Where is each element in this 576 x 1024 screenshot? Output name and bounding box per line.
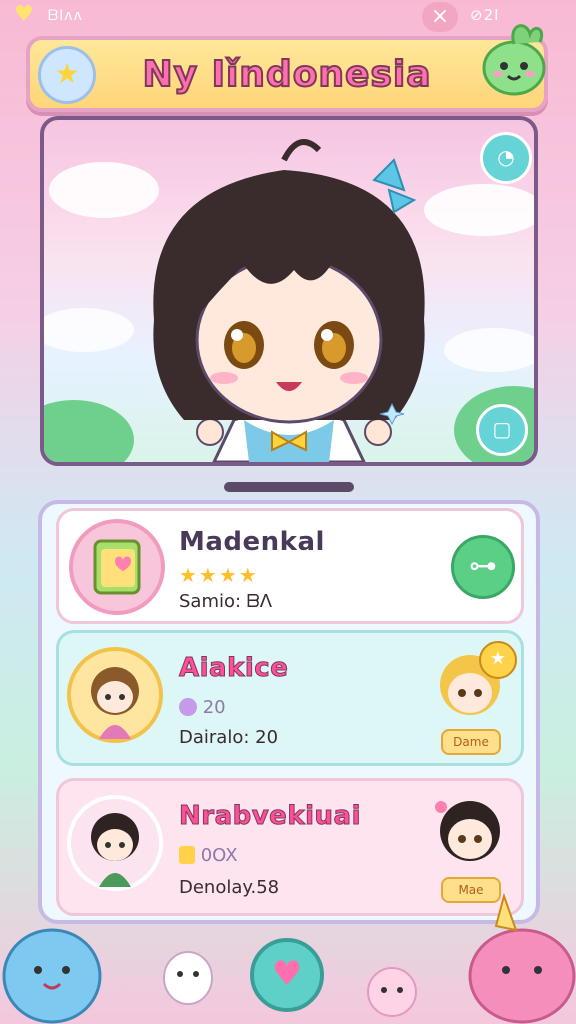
chat-bubble-icon: ◔ [497,145,515,169]
item-name: Nrabvekiuai [179,801,362,832]
speech-bubble-icon: ▢ [492,417,512,441]
rating-stars: ★★★★ [179,563,259,587]
item-sub-text: Denolay.58 [179,877,280,898]
heart-icon: ♥ [271,954,303,994]
bone-button[interactable]: ⊶ [451,535,515,599]
item-name: Madenkal [179,527,325,557]
item-name: Aiakice [178,653,289,684]
bone-icon: ⊶ [469,549,497,582]
star-badge-icon: ★ [479,641,517,679]
item-avatar [69,519,165,615]
green-mascot-icon [482,24,546,96]
list-item[interactable]: Nrabvekiuai 0OX Denolay.58 Mae [56,778,524,916]
drag-handle[interactable] [224,482,354,492]
title-bar: Ny Iǐndonesia [26,36,548,112]
close-icon: × [430,4,450,29]
coin-icon [179,846,195,864]
character-portrait: ◔ ▢ [40,116,538,466]
character-avatar-icon [91,813,139,887]
character-illustration [44,139,534,462]
star-badge-icon[interactable]: ★ [38,46,96,104]
status-heart-icon: ♥ [14,2,34,27]
pink-bunny-icon [367,967,417,1017]
item-avatar [67,795,163,891]
list-item[interactable]: Madenkal ★★★★ Samio: ᗷΛ ⊶ [56,508,524,624]
notebook-icon [93,539,141,595]
stat-row: 20 [179,697,226,718]
character-avatar-icon [91,667,139,739]
heart-button[interactable]: ♥ [250,938,324,1012]
tag-button[interactable]: Dame [441,729,501,755]
stat-value: 20 [202,697,226,718]
list-item[interactable]: Aiakice 20 Dairalo: 20 ★ Dame [56,630,524,766]
gem-icon [179,698,197,716]
stat-value: 0OX [200,845,238,866]
dark-hair-character-icon [435,801,500,861]
speech-bubble-button[interactable]: ▢ [476,404,528,456]
stat-row: 0OX [179,845,238,866]
pink-dragon-mascot-icon [468,892,576,1024]
item-sub-text: Samio: ᗷΛ [179,591,273,612]
close-button[interactable]: × [422,2,458,32]
item-avatar [67,647,163,743]
character-list-panel: Madenkal ★★★★ Samio: ᗷΛ ⊶ Aiakice 20 Dai… [38,500,540,924]
status-left-text: ᗷIᴧᴧ [48,8,83,24]
blue-cat-mascot-icon [2,928,102,1024]
item-sub-text: Dairalo: 20 [179,727,279,748]
white-cat-icon [163,951,213,1005]
page-title: Ny Iǐndonesia [141,53,432,96]
chat-bubble-button[interactable]: ◔ [480,132,532,184]
